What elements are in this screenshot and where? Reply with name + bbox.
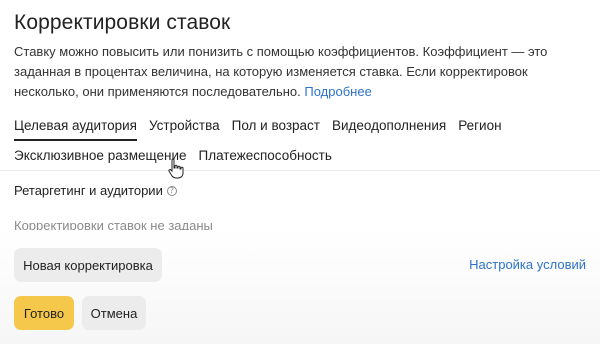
tab-target-audience[interactable]: Целевая аудитория: [14, 115, 137, 141]
more-info-link[interactable]: Подробнее: [304, 84, 371, 99]
question-circle-icon[interactable]: ?: [166, 185, 177, 196]
tab-video-additions[interactable]: Видеодополнения: [332, 115, 446, 137]
section-label-text: Ретаргетинг и аудитории: [14, 183, 163, 198]
divider: [0, 170, 600, 171]
tab-row-1: Целевая аудитория Устройства Пол и возра…: [14, 112, 594, 141]
tab-row-2: Эксклюзивное размещение Платежеспособнос…: [14, 142, 594, 170]
tabs: Целевая аудитория Устройства Пол и возра…: [14, 112, 594, 170]
tab-gender-age[interactable]: Пол и возраст: [232, 115, 320, 137]
retargeting-section-label: Ретаргетинг и аудитории ?: [14, 183, 177, 198]
tab-region[interactable]: Регион: [458, 115, 501, 137]
new-adjustment-button[interactable]: Новая корректировка: [14, 248, 162, 282]
tab-solvency[interactable]: Платежеспособность: [199, 145, 332, 167]
page-title: Корректировки ставок: [14, 11, 231, 34]
description-text: Ставку можно повысить или понизить с пом…: [14, 44, 548, 99]
tab-devices[interactable]: Устройства: [149, 115, 220, 137]
settings-conditions-link[interactable]: Настройка условий: [469, 257, 586, 272]
cancel-button[interactable]: Отмена: [82, 296, 146, 330]
hand-pointer-icon: [168, 158, 184, 179]
done-button[interactable]: Готово: [14, 296, 74, 330]
tab-exclusive-placement[interactable]: Эксклюзивное размещение: [14, 145, 187, 167]
description: Ставку можно повысить или понизить с пом…: [14, 42, 589, 102]
